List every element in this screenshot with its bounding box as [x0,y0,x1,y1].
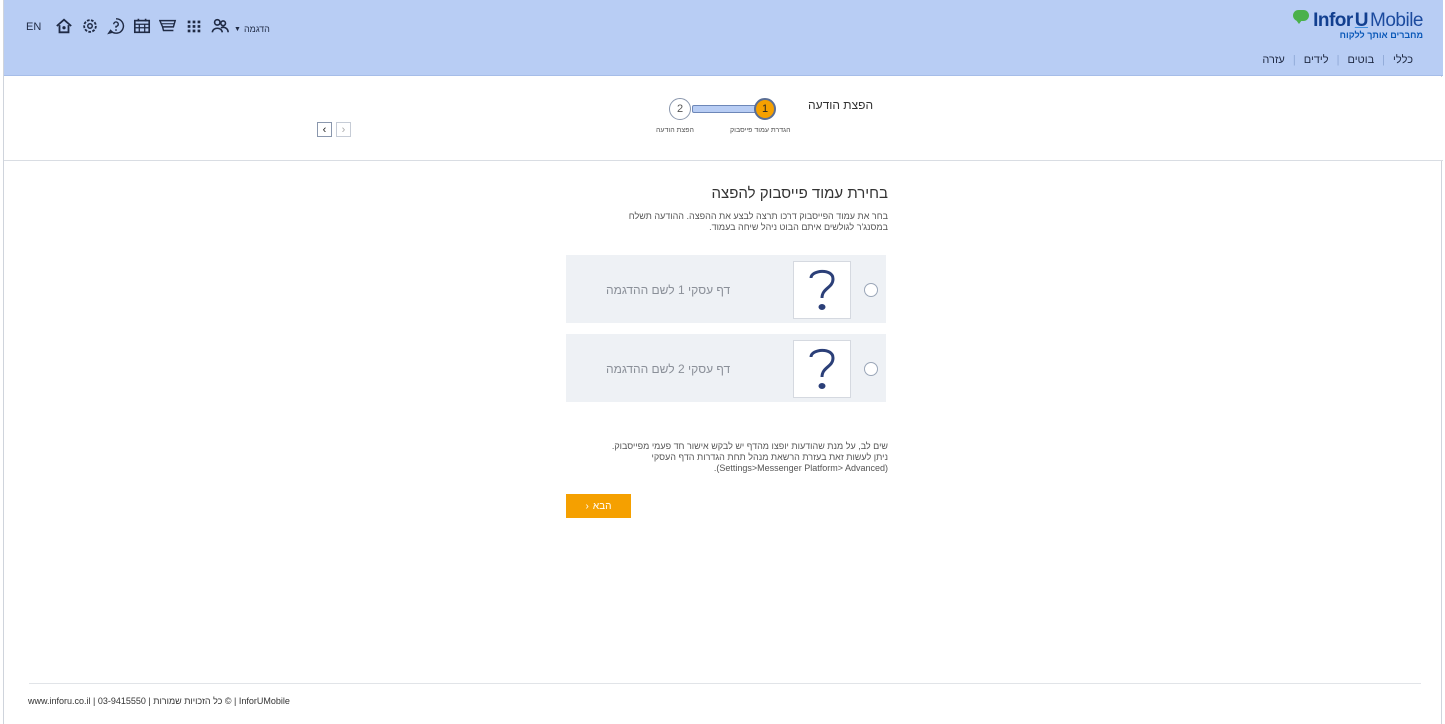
page-name: דף עסקי 1 לשם ההדגמה [606,283,731,297]
prev-step-button[interactable]: ‹ [317,122,332,137]
footer: www.inforu.co.il | 03-9415550 | כל הזכוי… [28,696,290,706]
chevron-left-icon: ‹ [585,500,589,512]
nav-divider: | [1336,54,1340,66]
main-nav: כללי | בוטים | לידים | עזרה [1254,54,1421,66]
apps-icon[interactable] [184,16,204,36]
wizard-bar: הפצת הודעה 2 1 הגדרת עמוד פייסבוק הפצת ה… [4,77,1443,161]
page-radio[interactable] [864,283,878,297]
chevron-down-icon: ▼ [234,25,241,33]
cart-icon[interactable] [158,16,178,36]
nav-divider: | [1382,54,1386,66]
footer-divider [29,683,1421,684]
step-2-indicator[interactable]: 2 [669,98,691,120]
step-1-indicator[interactable]: 1 [754,98,776,120]
next-button-label: הבא [592,500,612,512]
next-step-button[interactable]: › [336,122,351,137]
question-mark-icon [809,269,835,310]
settings-icon[interactable] [80,16,100,36]
inforumobile-logo[interactable]: Infor U Mobile מחברים אותך ללקוח [1293,9,1423,40]
user-menu-label: הדגמה [243,24,270,34]
calendar-icon[interactable] [132,16,152,36]
user-menu[interactable]: ▼ הדגמה [234,24,270,34]
nav-item-general[interactable]: כללי [1385,54,1421,66]
toolbar-icons [54,16,230,36]
page-thumbnail [793,261,851,319]
facebook-page-option[interactable]: דף עסקי 2 לשם ההדגמה [566,334,886,402]
page-name: דף עסקי 2 לשם ההדגמה [606,362,731,376]
top-header: EN ▼ הדגמה Infor U Mobile מחברים אותך לל… [4,0,1443,76]
nav-item-leads[interactable]: לידים [1296,54,1337,66]
wizard-title: הפצת הודעה [808,98,874,112]
page-title: בחירת עמוד פייסבוק להפצה [711,185,888,202]
facebook-page-option[interactable]: דף עסקי 1 לשם ההדגמה [566,255,886,323]
question-mark-icon [809,348,835,389]
users-icon[interactable] [210,16,230,36]
chat-bubble-icon [1293,9,1310,24]
page-description: בחר את עמוד הפייסבוק דרכו תרצה לבצע את ה… [628,211,888,232]
home-icon[interactable] [54,16,74,36]
page-radio[interactable] [864,362,878,376]
step-progress-line [692,105,760,113]
step-1-label: הגדרת עמוד פייסבוק [730,127,791,134]
nav-divider: | [1292,54,1296,66]
help-icon[interactable] [106,16,126,36]
page-selection-panel: בחירת עמוד פייסבוק להפצה בחר את עמוד הפי… [563,185,888,518]
language-switch[interactable]: EN [26,21,41,33]
nav-item-help[interactable]: עזרה [1254,54,1292,66]
app-frame: EN ▼ הדגמה Infor U Mobile מחברים אותך לל… [3,0,1443,724]
logo-wordmark: Infor U Mobile [1293,9,1423,32]
next-button[interactable]: הבא ‹ [566,494,631,518]
page-thumbnail [793,340,851,398]
approval-note: שים לב, על מנת שהודעות יופצו מהדף יש לבק… [611,441,888,473]
nav-item-bots[interactable]: בוטים [1339,54,1382,66]
step-2-label: הפצת הודעה [656,127,694,134]
